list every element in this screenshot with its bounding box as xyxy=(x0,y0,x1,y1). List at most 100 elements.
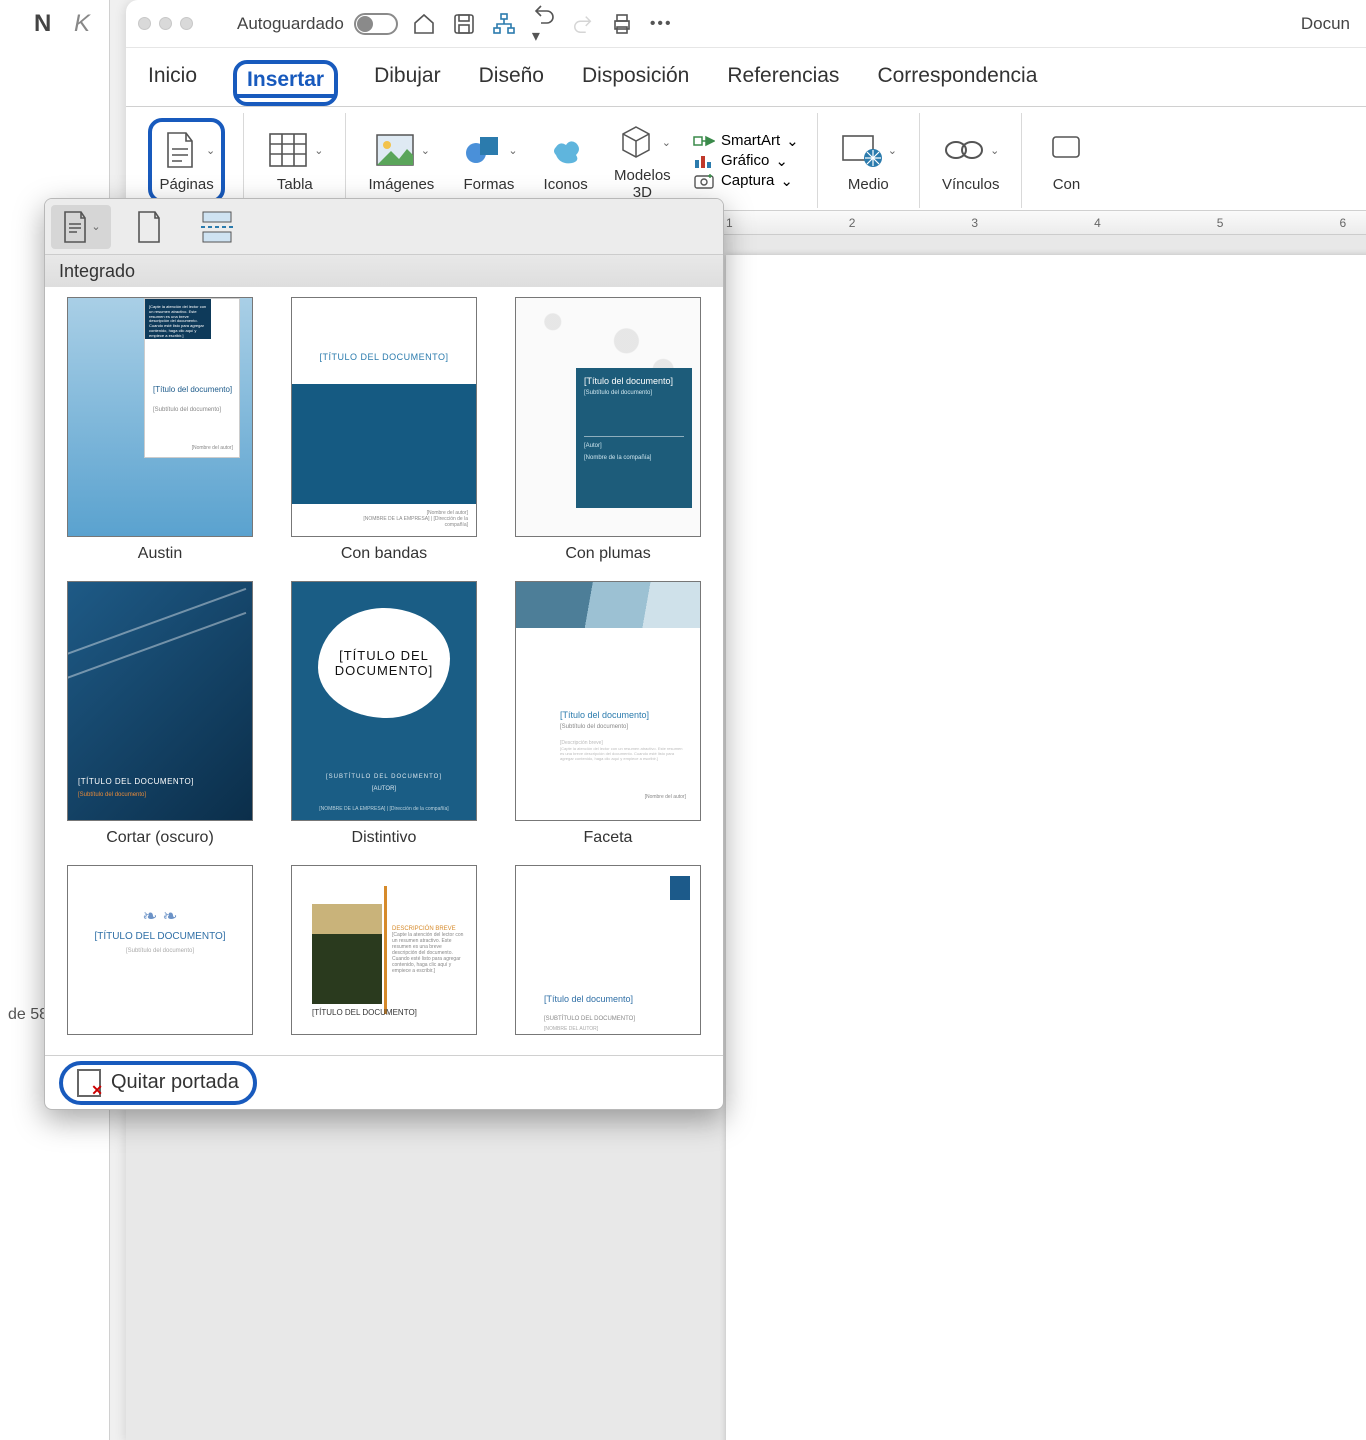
shapes-icon xyxy=(460,128,504,172)
thumb-filigrana: ❧ ❧ [TÍTULO DEL DOCUMENTO] [Subtítulo de… xyxy=(67,865,253,1035)
group-pages: ⌄ Páginas xyxy=(130,113,244,208)
chevron-down-icon: ⌄ xyxy=(662,136,671,149)
chevron-down-icon: ⌄ xyxy=(786,132,799,150)
cover-austin[interactable]: [Capte la atención del lector con un res… xyxy=(63,297,257,563)
cover-plumas[interactable]: [Título del documento] [Subtítulo del do… xyxy=(511,297,705,563)
screenshot-button[interactable]: Captura ⌄ xyxy=(693,172,793,190)
close-dot[interactable] xyxy=(138,17,151,30)
tab-inicio[interactable]: Inicio xyxy=(146,60,199,106)
table-button[interactable]: ⌄ Tabla xyxy=(262,126,327,195)
chart-label: Gráfico xyxy=(721,152,769,169)
thumb-cortar: [TÍTULO DEL DOCUMENTO] [Subtítulo del do… xyxy=(67,581,253,821)
table-icon xyxy=(266,128,310,172)
cover-cortar-label: Cortar (oscuro) xyxy=(106,829,214,847)
cover-page-gallery: ⌄ Integrado [Capte la atención del lecto… xyxy=(44,198,724,1110)
tab-insertar[interactable]: Insertar xyxy=(233,60,338,106)
table-label: Tabla xyxy=(277,176,313,193)
icons-button[interactable]: Iconos xyxy=(540,126,592,195)
images-button[interactable]: ⌄ Imágenes xyxy=(364,126,438,195)
links-button[interactable]: ⌄ Vínculos xyxy=(938,126,1004,195)
orgchart-icon[interactable] xyxy=(492,12,516,36)
smartart-button[interactable]: SmartArt ⌄ xyxy=(693,132,799,150)
page-icon xyxy=(158,128,202,172)
tab-diseno[interactable]: Diseño xyxy=(477,60,546,106)
chart-icon xyxy=(693,152,715,170)
horizontal-ruler[interactable]: 1 2 3 4 5 6 7 xyxy=(616,211,1366,235)
print-icon[interactable] xyxy=(610,12,634,36)
quick-access-toolbar: ▾ ••• xyxy=(412,2,673,46)
gallery-grid: [Capte la atención del lector con un res… xyxy=(45,287,723,1053)
screenshot-label: Captura xyxy=(721,172,774,189)
page-break-tab-button[interactable] xyxy=(187,205,247,249)
cover-semaforo[interactable]: [Título del documento] [SUBTÍTULO DEL DO… xyxy=(511,865,705,1035)
autosave-group: Autoguardado xyxy=(237,13,398,35)
ruler-mark: 5 xyxy=(1217,216,1224,230)
truncated-button[interactable]: Con xyxy=(1040,126,1092,195)
chevron-down-icon: ⌄ xyxy=(780,172,793,190)
media-icon xyxy=(840,128,884,172)
redo-icon[interactable] xyxy=(572,13,594,35)
page-count-text: de 58 xyxy=(8,1006,48,1024)
group-illustrations: ⌄ Imágenes ⌄ Formas Iconos xyxy=(346,113,817,208)
thumb-bandas: [TÍTULO DEL DOCUMENTO] [Nombre del autor… xyxy=(291,297,477,537)
cover-filigrana[interactable]: ❧ ❧ [TÍTULO DEL DOCUMENTO] [Subtítulo de… xyxy=(63,865,257,1035)
thumb-ion: DESCRIPCIÓN BREVE [Capte la atención del… xyxy=(291,865,477,1035)
minimize-dot[interactable] xyxy=(159,17,172,30)
cover-distintivo[interactable]: [TÍTULO DEL DOCUMENTO] [SUBTÍTULO DEL DO… xyxy=(287,581,481,847)
ruler-mark: 4 xyxy=(1094,216,1101,230)
chevron-down-icon: ⌄ xyxy=(421,144,430,157)
remove-cover-button[interactable]: Quitar portada xyxy=(59,1061,257,1105)
ruler-mark: 2 xyxy=(849,216,856,230)
chevron-down-icon: ⌄ xyxy=(206,144,215,157)
window-controls[interactable] xyxy=(138,17,193,30)
cover-plumas-label: Con plumas xyxy=(565,545,650,563)
ruler-mark: 3 xyxy=(971,216,978,230)
smartart-icon xyxy=(693,132,715,150)
media-label: Medio xyxy=(848,176,889,193)
cube-icon xyxy=(614,120,658,164)
bold-indicator: N xyxy=(34,10,59,37)
home-icon[interactable] xyxy=(412,12,436,36)
chevron-down-icon: ⌄ xyxy=(508,144,517,157)
cover-cortar[interactable]: [TÍTULO DEL DOCUMENTO] [Subtítulo del do… xyxy=(63,581,257,847)
comment-icon xyxy=(1044,128,1088,172)
cover-page-tab-button[interactable]: ⌄ xyxy=(51,205,111,249)
smartart-label: SmartArt xyxy=(721,132,780,149)
media-button[interactable]: ⌄ Medio xyxy=(836,126,901,195)
shapes-button[interactable]: ⌄ Formas xyxy=(456,126,521,195)
tab-dibujar[interactable]: Dibujar xyxy=(372,60,443,106)
save-icon[interactable] xyxy=(452,12,476,36)
autosave-toggle[interactable] xyxy=(354,13,398,35)
duck-icon xyxy=(544,128,588,172)
group-links: ⌄ Vínculos xyxy=(920,113,1023,208)
cover-austin-label: Austin xyxy=(138,545,182,563)
pages-button[interactable]: ⌄ Páginas xyxy=(148,118,225,203)
chevron-down-icon: ⌄ xyxy=(990,144,999,157)
style-indicator: N K xyxy=(34,10,98,38)
chart-button[interactable]: Gráfico ⌄ xyxy=(693,152,788,170)
tab-correspondencia[interactable]: Correspondencia xyxy=(875,60,1039,106)
more-icon[interactable]: ••• xyxy=(650,15,673,33)
icons-label: Iconos xyxy=(544,176,588,193)
gallery-scroll[interactable]: Integrado [Capte la atención del lector … xyxy=(45,255,723,1055)
link-icon xyxy=(942,128,986,172)
thumb-austin: [Capte la atención del lector con un res… xyxy=(67,297,253,537)
cover-bandas-label: Con bandas xyxy=(341,545,427,563)
cover-faceta[interactable]: [Título del documento] [Subtítulo del do… xyxy=(511,581,705,847)
models3d-button[interactable]: ⌄ Modelos 3D xyxy=(610,118,675,203)
truncated-label: Con xyxy=(1053,176,1081,193)
cover-bandas[interactable]: [TÍTULO DEL DOCUMENTO] [Nombre del autor… xyxy=(287,297,481,563)
tab-referencias[interactable]: Referencias xyxy=(725,60,841,106)
undo-icon[interactable]: ▾ xyxy=(532,2,556,46)
maximize-dot[interactable] xyxy=(180,17,193,30)
cover-ion[interactable]: DESCRIPCIÓN BREVE [Capte la atención del… xyxy=(287,865,481,1035)
thumb-semaforo: [Título del documento] [SUBTÍTULO DEL DO… xyxy=(515,865,701,1035)
thumb-plumas: [Título del documento] [Subtítulo del do… xyxy=(515,297,701,537)
autosave-label: Autoguardado xyxy=(237,14,344,34)
tab-disposicion[interactable]: Disposición xyxy=(580,60,691,106)
document-page[interactable] xyxy=(726,255,1366,1440)
italic-indicator: K xyxy=(74,10,98,37)
pages-label: Páginas xyxy=(160,176,214,193)
blank-page-tab-button[interactable] xyxy=(119,205,179,249)
cover-faceta-label: Faceta xyxy=(584,829,633,847)
